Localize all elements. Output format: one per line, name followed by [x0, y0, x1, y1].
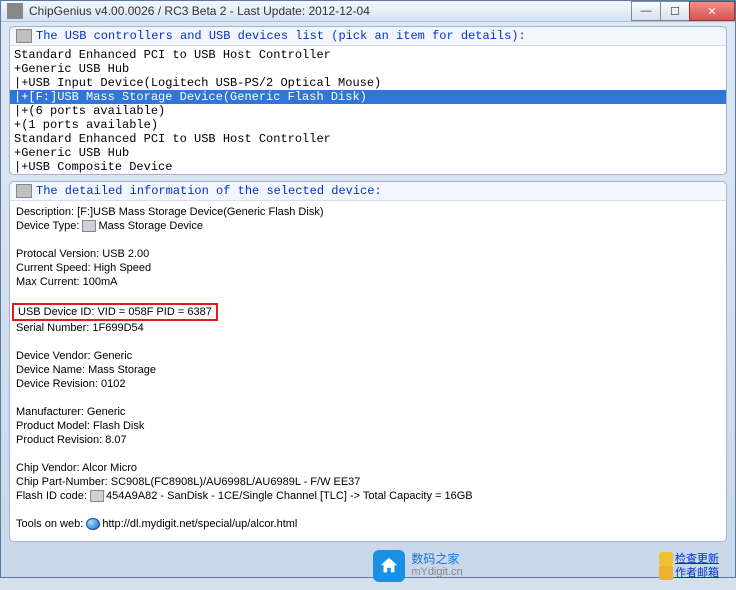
detail-flash-id: Flash ID code: 454A9A82 - SanDisk - 1CE/…: [16, 489, 720, 503]
window-title: ChipGenius v4.00.0026 / RC3 Beta 2 - Las…: [29, 4, 632, 18]
titlebar[interactable]: ChipGenius v4.00.0026 / RC3 Beta 2 - Las…: [1, 1, 735, 22]
window-controls: — ☐ ✕: [632, 1, 735, 21]
detail-speed: Current Speed: High Speed: [16, 261, 720, 275]
disk-icon: [82, 220, 96, 232]
app-window: ChipGenius v4.00.0026 / RC3 Beta 2 - Las…: [0, 0, 736, 578]
detail-chip-part: Chip Part-Number: SC908L(FC8908L)/AU6998…: [16, 475, 720, 489]
details-title: The detailed information of the selected…: [36, 184, 382, 198]
detail-manufacturer: Manufacturer: Generic: [16, 405, 720, 419]
device-row[interactable]: |+USB Composite Device: [10, 160, 726, 174]
refresh-icon: [659, 552, 673, 566]
footer-links: 检查更新 作者邮箱: [659, 552, 719, 580]
details-body: Description: [F:]USB Mass Storage Device…: [10, 201, 726, 541]
detail-usb-id-row: USB Device ID: VID = 058F PID = 6387: [16, 303, 720, 321]
device-row[interactable]: +Generic USB Hub: [10, 146, 726, 160]
device-row[interactable]: |+[F:]USB Mass Storage Device(Generic Fl…: [10, 90, 726, 104]
minimize-button[interactable]: —: [631, 1, 661, 21]
device-list-group: The USB controllers and USB devices list…: [9, 26, 727, 175]
footer: 数码之家 mYdigit.cn 检查更新 作者邮箱: [9, 548, 727, 586]
details-group: The detailed information of the selected…: [9, 181, 727, 542]
info-icon: [16, 184, 32, 198]
chip-icon: [90, 490, 104, 502]
tools-url[interactable]: http://dl.mydigit.net/special/up/alcor.h…: [102, 518, 297, 530]
device-row[interactable]: |+USB Input Device(Logitech USB-PS/2 Opt…: [10, 76, 726, 90]
device-row[interactable]: Standard Enhanced PCI to USB Host Contro…: [10, 48, 726, 62]
house-icon: [373, 550, 405, 582]
detail-revision: Device Revision: 0102: [16, 377, 720, 391]
details-header: The detailed information of the selected…: [10, 182, 726, 201]
detail-name: Device Name: Mass Storage: [16, 363, 720, 377]
close-button[interactable]: ✕: [689, 1, 735, 21]
highlight-usb-id: USB Device ID: VID = 058F PID = 6387: [12, 303, 218, 321]
detail-product-revision: Product Revision: 8.07: [16, 433, 720, 447]
detail-product-model: Product Model: Flash Disk: [16, 419, 720, 433]
usb-icon: [16, 29, 32, 43]
device-row[interactable]: |+(6 ports available): [10, 104, 726, 118]
check-update-link[interactable]: 检查更新: [659, 552, 719, 566]
footer-brand[interactable]: 数码之家 mYdigit.cn: [177, 550, 659, 582]
device-row[interactable]: Standard Enhanced PCI to USB Host Contro…: [10, 132, 726, 146]
globe-icon: [86, 518, 100, 530]
detail-protocol: Protocal Version: USB 2.00: [16, 247, 720, 261]
maximize-button[interactable]: ☐: [660, 1, 690, 21]
content-area: The USB controllers and USB devices list…: [1, 22, 735, 590]
brand-en: mYdigit.cn: [411, 566, 462, 579]
device-list-title: The USB controllers and USB devices list…: [36, 29, 526, 43]
device-list[interactable]: Standard Enhanced PCI to USB Host Contro…: [10, 46, 726, 174]
device-list-header: The USB controllers and USB devices list…: [10, 27, 726, 46]
detail-tools: Tools on web: http://dl.mydigit.net/spec…: [16, 517, 720, 531]
detail-serial: Serial Number: 1F699D54: [16, 321, 720, 335]
detail-vendor: Device Vendor: Generic: [16, 349, 720, 363]
detail-description: Description: [F:]USB Mass Storage Device…: [16, 205, 720, 219]
detail-device-type: Device Type: Mass Storage Device: [16, 219, 720, 233]
device-row[interactable]: +(1 ports available): [10, 118, 726, 132]
detail-chip-vendor: Chip Vendor: Alcor Micro: [16, 461, 720, 475]
device-row[interactable]: +Generic USB Hub: [10, 62, 726, 76]
app-icon: [7, 3, 23, 19]
detail-max-current: Max Current: 100mA: [16, 275, 720, 289]
brand-cn: 数码之家: [411, 553, 462, 566]
